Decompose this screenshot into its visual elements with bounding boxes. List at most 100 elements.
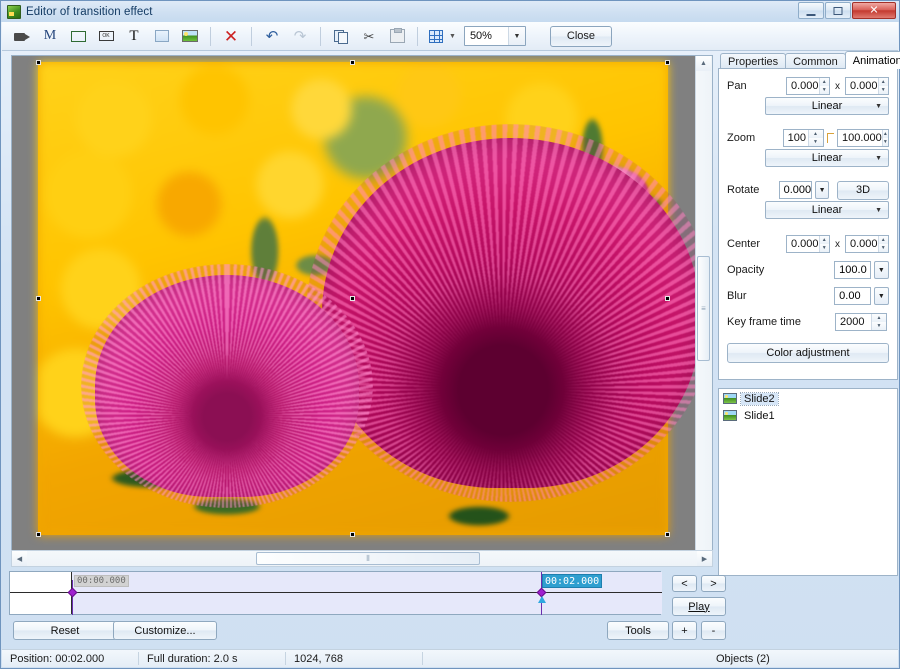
rotate-value-input[interactable]: 0.000 <box>778 181 813 199</box>
maximize-button[interactable] <box>825 2 851 19</box>
preview-canvas[interactable]: ▲ ≡ ▼ <box>11 55 713 567</box>
blur-dropdown-icon[interactable]: ▼ <box>873 287 889 305</box>
undo-icon[interactable]: ↶ <box>259 24 285 49</box>
pan-interpolation-dropdown[interactable]: Linear ▼ <box>765 97 889 115</box>
timeline-ruler-track[interactable]: 00:00.000 00:02.000 <box>72 572 662 592</box>
canvas-vertical-scrollbar[interactable]: ▲ ≡ ▼ <box>695 56 712 566</box>
playhead-marker-icon[interactable] <box>538 596 546 603</box>
grid-icon[interactable] <box>425 24 447 49</box>
rotate-interpolation-dropdown[interactable]: Linear ▼ <box>765 201 889 219</box>
tab-animation[interactable]: Animation <box>844 51 900 69</box>
selection-handle-sw[interactable] <box>36 532 41 537</box>
tab-common[interactable]: Common <box>785 53 846 69</box>
list-item[interactable]: Slide1 <box>719 408 897 423</box>
remove-label: - <box>711 624 716 637</box>
scroll-left-arrow-icon[interactable]: ◀ <box>12 551 27 566</box>
add-keyframe-button[interactable]: + <box>672 621 697 640</box>
scroll-up-arrow-icon[interactable]: ▲ <box>696 56 711 71</box>
pan-y-input[interactable]: 0.000 ▲ ▼ <box>845 77 889 95</box>
pan-x-input[interactable]: 0.000 ▲ ▼ <box>786 77 830 95</box>
selection-handle-c[interactable] <box>350 296 355 301</box>
timeline-end-marker[interactable]: 00:02.000 <box>542 574 603 588</box>
text-object-icon[interactable]: T <box>121 24 147 49</box>
pan-y-up-icon[interactable]: ▲ <box>878 78 888 86</box>
scroll-right-arrow-icon[interactable]: ▶ <box>697 551 712 566</box>
zoom-level-combo[interactable]: 50% ▼ <box>463 26 526 46</box>
selection-handle-ne[interactable] <box>665 60 670 65</box>
center-y-up-icon[interactable]: ▲ <box>878 236 888 244</box>
selection-handle-nw[interactable] <box>36 60 41 65</box>
canvas-horizontal-scrollbar[interactable]: ◀ ⦀ ▶ <box>11 550 713 567</box>
zoom-x-down-icon[interactable]: ▼ <box>808 138 823 146</box>
center-x-up-icon[interactable]: ▲ <box>819 236 829 244</box>
zoom-interpolation-dropdown[interactable]: Linear ▼ <box>765 149 889 167</box>
zoom-y-down-icon[interactable]: ▼ <box>882 138 888 146</box>
zoom-x-input[interactable]: 100 ▲ ▼ <box>782 129 824 147</box>
keyframe-up-icon[interactable]: ▲ <box>872 314 886 322</box>
list-item[interactable]: Slide2 <box>719 391 897 406</box>
zoom-y-up-icon[interactable]: ▲ <box>882 130 888 138</box>
timeline-keyframe-lane[interactable] <box>10 593 662 614</box>
reset-button[interactable]: Reset <box>13 621 117 640</box>
pan-x-down-icon[interactable]: ▼ <box>819 86 829 94</box>
opacity-value: 100.0 <box>839 264 867 276</box>
video-object-icon[interactable] <box>9 24 35 49</box>
pan-interpolation-value: Linear <box>811 100 843 112</box>
customize-button[interactable]: Customize... <box>113 621 217 640</box>
rotate-3d-button[interactable]: 3D <box>837 180 889 200</box>
keyframe-down-icon[interactable]: ▼ <box>872 322 886 330</box>
selection-handle-s[interactable] <box>350 532 355 537</box>
status-divider <box>422 652 423 665</box>
center-x-down-icon[interactable]: ▼ <box>819 244 829 252</box>
selection-handle-w[interactable] <box>36 296 41 301</box>
button-object-icon[interactable]: OK <box>93 24 119 49</box>
cut-icon[interactable]: ✂ <box>356 24 382 49</box>
vertical-scroll-thumb[interactable]: ≡ <box>697 256 710 361</box>
center-y-input[interactable]: 0.000 ▲ ▼ <box>845 235 889 253</box>
center-x-input[interactable]: 0.000 ▲ ▼ <box>786 235 830 253</box>
zoom-y-input[interactable]: 100.000 ▲ ▼ <box>837 129 889 147</box>
link-aspect-icon[interactable] <box>826 133 834 143</box>
copy-icon[interactable] <box>328 24 354 49</box>
remove-keyframe-button[interactable]: - <box>701 621 726 640</box>
delete-icon[interactable]: ✕ <box>218 24 244 49</box>
selection-handle-e[interactable] <box>665 296 670 301</box>
timeline-keyframe-header <box>10 593 72 614</box>
chevron-down-icon[interactable]: ▼ <box>507 27 525 45</box>
tools-button[interactable]: Tools <box>607 621 669 640</box>
timeline-keyframe-track[interactable] <box>72 593 662 614</box>
blur-input[interactable]: 0.00 <box>834 287 871 305</box>
slide-list[interactable]: Slide2 Slide1 <box>718 388 898 576</box>
pan-y-down-icon[interactable]: ▼ <box>878 86 888 94</box>
rotate-dropdown-icon[interactable]: ▼ <box>815 181 830 199</box>
properties-panel: Properties Common Animation Pan 0.000 ▲ ▼… <box>718 51 900 576</box>
tab-properties[interactable]: Properties <box>720 53 787 69</box>
color-adjustment-button[interactable]: Color adjustment <box>727 343 889 363</box>
keyframe-timeline[interactable]: 00:00.000 00:02.000 <box>9 571 662 615</box>
zoom-x-up-icon[interactable]: ▲ <box>808 130 823 138</box>
timeline-start-marker[interactable]: 00:00.000 <box>74 575 129 587</box>
close-window-button[interactable]: ✕ <box>852 2 896 19</box>
opacity-dropdown-icon[interactable]: ▼ <box>873 261 889 279</box>
play-button[interactable]: Play <box>672 597 726 616</box>
prev-keyframe-button[interactable]: < <box>672 575 697 592</box>
shape-object-icon[interactable] <box>149 24 175 49</box>
center-y-down-icon[interactable]: ▼ <box>878 244 888 252</box>
horizontal-scroll-thumb[interactable]: ⦀ <box>256 552 480 565</box>
image-object-icon[interactable] <box>177 24 203 49</box>
keyframe-time-value: 2000 <box>840 316 865 328</box>
selection-handle-n[interactable] <box>350 60 355 65</box>
window-controls: ✕ <box>798 2 896 19</box>
selection-handle-se[interactable] <box>665 532 670 537</box>
minimize-button[interactable] <box>798 2 824 19</box>
grid-dropdown-caret-icon[interactable]: ▼ <box>449 33 456 40</box>
frame-object-icon[interactable] <box>65 24 91 49</box>
close-button[interactable]: Close <box>549 25 612 47</box>
timeline-ruler-lane[interactable]: 00:00.000 00:02.000 <box>10 572 662 593</box>
keyframe-time-input[interactable]: 2000 ▲ ▼ <box>835 313 887 331</box>
next-keyframe-button[interactable]: > <box>701 575 726 592</box>
mask-object-icon[interactable]: M <box>37 24 63 49</box>
opacity-input[interactable]: 100.0 <box>834 261 871 279</box>
pan-x-up-icon[interactable]: ▲ <box>819 78 829 86</box>
timeline-ruler-header <box>10 572 72 592</box>
